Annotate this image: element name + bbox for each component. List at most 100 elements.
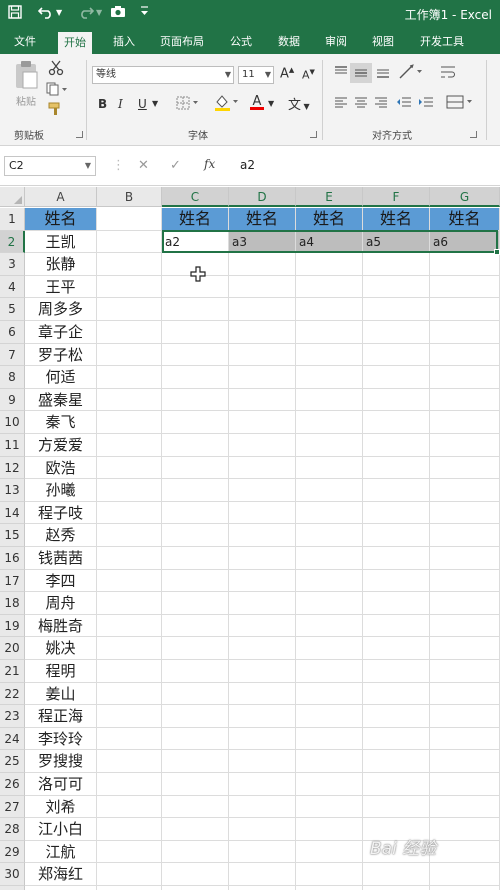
cell-e25[interactable] — [296, 750, 363, 773]
cell-f20[interactable] — [363, 637, 430, 660]
cell-b31[interactable] — [97, 886, 162, 890]
cell-b26[interactable] — [97, 773, 162, 796]
cell-e26[interactable] — [296, 773, 363, 796]
cell-b17[interactable] — [97, 569, 162, 593]
cell-d25[interactable] — [229, 750, 296, 773]
cell-d1[interactable]: 姓名 — [229, 208, 296, 231]
cell-a26[interactable]: 洛可可 — [25, 773, 97, 796]
cell-e10[interactable] — [296, 411, 363, 434]
row-header[interactable]: 21 — [0, 660, 25, 683]
column-header-a[interactable]: A — [25, 187, 97, 207]
row-header[interactable]: 10 — [0, 411, 25, 434]
cell-a8[interactable]: 何适 — [25, 366, 97, 389]
font-size-combo[interactable]: 11 ▼ — [238, 66, 274, 84]
cell-f21[interactable] — [363, 660, 430, 683]
cell-e2[interactable]: a4 — [296, 230, 363, 254]
tab-home[interactable]: 开始 — [58, 32, 92, 54]
row-header[interactable]: 5 — [0, 298, 25, 321]
cell-d16[interactable] — [229, 547, 296, 570]
row-header[interactable]: 22 — [0, 682, 25, 706]
cell-a3[interactable]: 张静 — [25, 253, 97, 276]
cell-b11[interactable] — [97, 434, 162, 457]
cell-a19[interactable]: 梅胜奇 — [25, 614, 97, 638]
cell-c9[interactable] — [162, 388, 229, 412]
cell-e18[interactable] — [296, 592, 363, 615]
cell-g4[interactable] — [430, 275, 500, 299]
cell-d13[interactable] — [229, 479, 296, 502]
cell-a13[interactable]: 孙曦 — [25, 479, 97, 502]
cell-e17[interactable] — [296, 569, 363, 593]
cell-d17[interactable] — [229, 569, 296, 593]
cell-d22[interactable] — [229, 682, 296, 706]
cell-e8[interactable] — [296, 366, 363, 389]
align-right-icon[interactable] — [374, 96, 388, 111]
cell-d7[interactable] — [229, 343, 296, 367]
cell-e27[interactable] — [296, 795, 363, 819]
row-header[interactable]: 23 — [0, 705, 25, 728]
cell-e31[interactable] — [296, 886, 363, 890]
cell-g16[interactable] — [430, 547, 500, 570]
column-header-b[interactable]: B — [97, 187, 162, 207]
clipboard-launcher-icon[interactable] — [76, 131, 83, 138]
cell-f9[interactable] — [363, 388, 430, 412]
cell-e28[interactable] — [296, 818, 363, 841]
cell-d27[interactable] — [229, 795, 296, 819]
cell-b3[interactable] — [97, 253, 162, 276]
cell-f15[interactable] — [363, 524, 430, 547]
cell-d28[interactable] — [229, 818, 296, 841]
tab-view[interactable]: 视图 — [372, 30, 394, 54]
cell-d14[interactable] — [229, 501, 296, 525]
paste-button[interactable]: 粘贴 — [8, 60, 44, 112]
cell-f19[interactable] — [363, 614, 430, 638]
cell-g31[interactable] — [430, 886, 500, 890]
column-header-g[interactable]: G — [430, 187, 500, 207]
cell-f18[interactable] — [363, 592, 430, 615]
font-launcher-icon[interactable] — [310, 131, 317, 138]
bold-button[interactable]: B — [98, 97, 107, 111]
cell-b7[interactable] — [97, 343, 162, 367]
cell-g20[interactable] — [430, 637, 500, 660]
cell-c19[interactable] — [162, 614, 229, 638]
cell-b27[interactable] — [97, 795, 162, 819]
cell-a25[interactable]: 罗搜搜 — [25, 750, 97, 773]
cell-b23[interactable] — [97, 705, 162, 728]
cell-f14[interactable] — [363, 501, 430, 525]
camera-icon[interactable] — [110, 5, 126, 18]
cell-a24[interactable]: 李玲玲 — [25, 727, 97, 751]
tab-developer[interactable]: 开发工具 — [420, 30, 464, 54]
cell-b20[interactable] — [97, 637, 162, 660]
row-header[interactable]: 6 — [0, 321, 25, 344]
tab-page-layout[interactable]: 页面布局 — [160, 30, 204, 54]
cell-d24[interactable] — [229, 727, 296, 751]
cell-b4[interactable] — [97, 275, 162, 299]
row-header[interactable]: 30 — [0, 863, 25, 886]
cell-d18[interactable] — [229, 592, 296, 615]
cell-g1[interactable]: 姓名 — [430, 208, 500, 231]
cell-g24[interactable] — [430, 727, 500, 751]
cell-e19[interactable] — [296, 614, 363, 638]
cell-d23[interactable] — [229, 705, 296, 728]
cell-e7[interactable] — [296, 343, 363, 367]
row-header[interactable]: 16 — [0, 547, 25, 570]
cell-g23[interactable] — [430, 705, 500, 728]
cell-b1[interactable] — [97, 208, 162, 231]
underline-button[interactable]: U — [138, 97, 147, 111]
phonetic-button[interactable]: 文 ▼ — [288, 94, 310, 113]
row-header[interactable]: 8 — [0, 366, 25, 389]
cell-c7[interactable] — [162, 343, 229, 367]
cell-g26[interactable] — [430, 773, 500, 796]
row-header[interactable]: 15 — [0, 524, 25, 547]
italic-button[interactable]: I — [118, 97, 123, 111]
cell-a16[interactable]: 钱茜茜 — [25, 547, 97, 570]
cell-g7[interactable] — [430, 343, 500, 367]
align-center-icon[interactable] — [354, 96, 368, 111]
cell-e11[interactable] — [296, 434, 363, 457]
cell-e30[interactable] — [296, 863, 363, 886]
row-header[interactable]: 14 — [0, 501, 25, 525]
cell-b24[interactable] — [97, 727, 162, 751]
save-icon[interactable] — [8, 5, 22, 19]
cell-a30[interactable]: 郑海红 — [25, 863, 97, 886]
increase-indent-icon[interactable] — [418, 96, 434, 111]
cell-b18[interactable] — [97, 592, 162, 615]
cell-e5[interactable] — [296, 298, 363, 321]
